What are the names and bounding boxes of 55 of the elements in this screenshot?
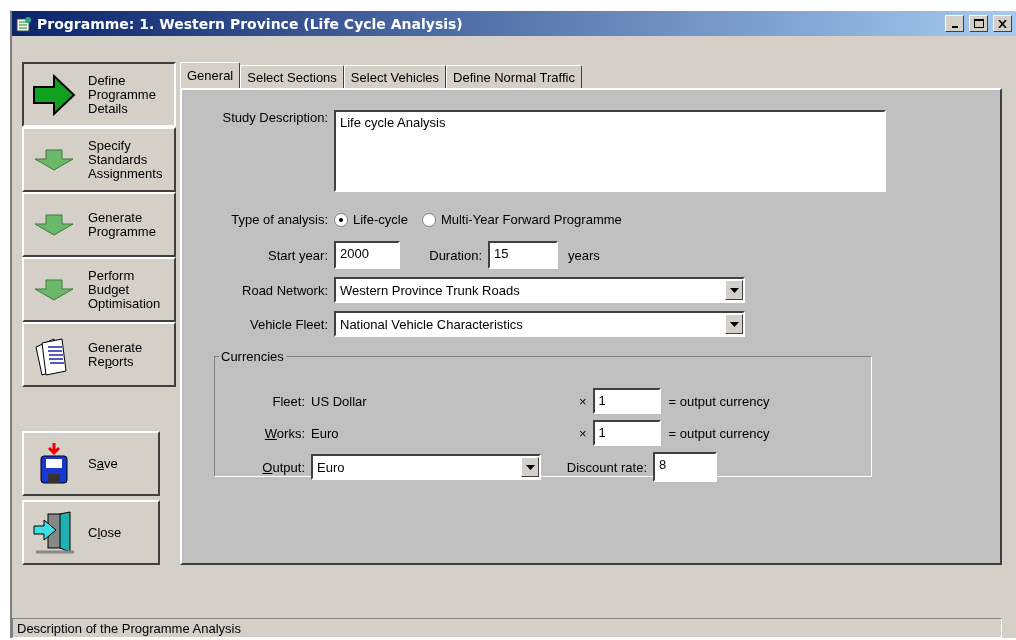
road-network-dropdown[interactable]: Western Province Trunk Roads	[334, 277, 745, 303]
app-icon	[16, 15, 32, 32]
step-button[interactable]: Generate Programme	[22, 192, 176, 257]
currency-name: Euro	[311, 425, 340, 441]
radio-option[interactable]: Life-cycle	[334, 212, 408, 227]
save-button[interactable]: Save	[22, 431, 160, 496]
duration-field[interactable]: 15	[488, 241, 558, 269]
field-label: Study Description:	[221, 110, 328, 125]
tab[interactable]: General	[180, 62, 241, 88]
study-description-field[interactable]: Life cycle Analysis	[334, 110, 886, 192]
times-sign: ×	[579, 393, 587, 409]
field-label: Output:	[261, 459, 305, 475]
arrow-down-icon	[34, 213, 74, 236]
unit-label: years	[568, 247, 600, 263]
close-icon	[998, 19, 1007, 28]
arrow-down-icon	[34, 278, 74, 301]
field-label: Works:	[263, 425, 305, 441]
tab[interactable]: Select Vehicles	[343, 65, 447, 88]
step-button[interactable]: Specify Standards Assignments	[22, 127, 176, 192]
exit-door-icon	[32, 509, 76, 556]
arrow-down-icon	[34, 148, 74, 171]
close-button[interactable]	[993, 15, 1012, 32]
field-label: Road Network:	[241, 282, 328, 298]
discount-rate-field[interactable]: 8	[653, 452, 717, 482]
conversion-label: = output currency	[668, 425, 770, 441]
arrow-right-icon	[32, 72, 76, 117]
floppy-disk-icon	[38, 442, 70, 485]
step-button[interactable]: Define Programme Details	[22, 62, 176, 127]
status-bar: Description of the Programme Analysis	[12, 618, 1002, 638]
field-label: Vehicle Fleet:	[248, 316, 328, 332]
times-sign: ×	[579, 425, 587, 441]
field-label: Start year:	[267, 247, 328, 263]
vehicle-fleet-dropdown[interactable]: National Vehicle Characteristics	[334, 311, 745, 337]
tab[interactable]: Select Sections	[240, 65, 344, 88]
field-label: Discount rate:	[565, 459, 647, 475]
maximize-icon	[973, 19, 984, 28]
field-label: Duration:	[428, 247, 482, 263]
minimize-icon	[951, 25, 958, 28]
tab[interactable]: Define Normal Traffic	[446, 65, 582, 88]
radio-option[interactable]: Multi-Year Forward Programme	[421, 212, 622, 227]
minimize-button[interactable]	[945, 15, 964, 32]
field-label: Type of analysis:	[230, 212, 328, 227]
field-label: Fleet:	[271, 393, 305, 409]
close-window-button[interactable]: Close	[22, 500, 160, 565]
maximize-button[interactable]	[969, 15, 988, 32]
conversion-label: = output currency	[668, 393, 770, 409]
exchange-rate-field[interactable]: 1	[592, 388, 661, 414]
window-title: Programme: 1. Western Province (Life Cycle Analysis)	[37, 15, 464, 32]
output-currency-dropdown[interactable]: Euro	[311, 454, 541, 480]
exchange-rate-field[interactable]: 1	[592, 420, 661, 446]
group-title: Currencies	[220, 349, 285, 364]
currency-name: US Dollar	[311, 393, 368, 409]
start-year-field[interactable]: 2000	[334, 241, 400, 269]
step-button[interactable]: Generate Reports	[22, 322, 176, 387]
step-button[interactable]: Perform Budget Optimisation	[22, 257, 176, 322]
